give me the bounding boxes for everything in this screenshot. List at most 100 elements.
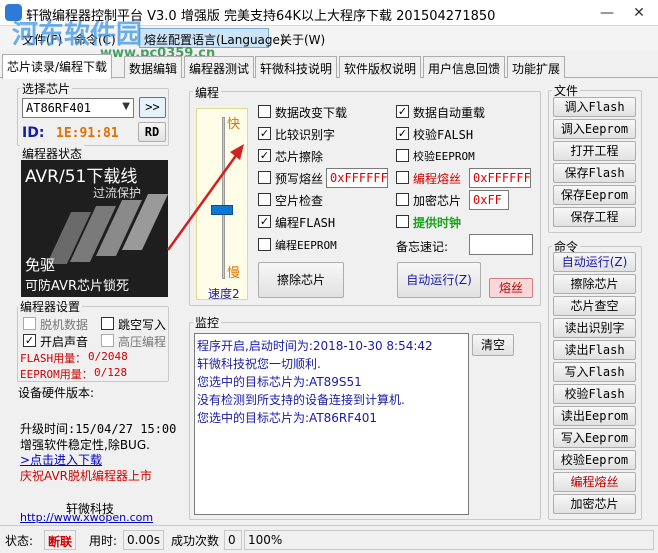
programming-label: 编程 xyxy=(193,84,222,101)
cmd-program-fuse-button[interactable]: 编程熔丝 xyxy=(553,472,636,492)
program-flash-checkbox[interactable]: ✓ xyxy=(258,215,271,228)
clear-log-button[interactable]: 清空 xyxy=(472,334,514,356)
cmd-write-flash-button[interactable]: 写入Flash xyxy=(553,362,636,382)
load-flash-button[interactable]: 调入Flash xyxy=(553,97,636,117)
save-eeprom-button[interactable]: 保存Eeprom xyxy=(553,185,636,205)
chip-id-value: 1E:91:81 xyxy=(56,126,119,141)
flash-usage-value: 0/2048 xyxy=(88,350,128,363)
sound-label: 开启声音 xyxy=(40,335,89,349)
cmd-erase-chip-button[interactable]: 擦除芯片 xyxy=(553,274,636,294)
status-label: 状态: xyxy=(2,530,37,550)
elapsed-time-value: 0.00s xyxy=(123,530,164,550)
cmd-auto-run-button[interactable]: 自动运行(Z) xyxy=(553,252,636,272)
skip-empty-label: 跳空写入 xyxy=(118,318,167,332)
program-fuse-checkbox[interactable] xyxy=(396,171,409,184)
offline-data-checkbox[interactable] xyxy=(23,317,36,330)
open-project-button[interactable]: 打开工程 xyxy=(553,141,636,161)
tab-feedback[interactable]: 用户信息回馈 xyxy=(423,56,506,78)
auto-reload-label: 数据自动重载 xyxy=(413,106,486,120)
prewrite-fuse-field[interactable]: 0xFFFFFF xyxy=(326,168,388,188)
log-line: 程序开启,启动时间为:2018-10-30 8:54:42 xyxy=(197,339,433,353)
blank-check-checkbox[interactable] xyxy=(258,193,271,206)
compare-signature-checkbox[interactable]: ✓ xyxy=(258,127,271,140)
speed-level-label: 速度2 xyxy=(208,287,240,301)
cmd-verify-flash-button[interactable]: 校验Flash xyxy=(553,384,636,404)
status-bar: 状态: 断联 用时: 0.00s 成功次数 0 100% xyxy=(0,525,658,553)
cmd-verify-eeprom-button[interactable]: 校验Eeprom xyxy=(553,450,636,470)
eeprom-usage-value: 0/128 xyxy=(94,366,128,379)
monitor-label: 监控 xyxy=(193,314,222,331)
cmd-read-flash-button[interactable]: 读出Flash xyxy=(553,340,636,360)
menu-about[interactable]: 关于(W) xyxy=(280,31,325,48)
cmd-write-eeprom-button[interactable]: 写入Eeprom xyxy=(553,428,636,448)
chip-select-label: 选择芯片 xyxy=(20,80,73,97)
speed-fast-label: 快 xyxy=(227,117,241,132)
sound-checkbox[interactable]: ✓ xyxy=(23,334,36,347)
read-id-button[interactable]: RD xyxy=(138,122,166,142)
program-fuse-label: 编程熔丝 xyxy=(413,172,462,186)
programmer-settings-label: 编程器设置 xyxy=(18,298,83,315)
chip-select-dropdown[interactable]: AT86RF401 ▼ xyxy=(22,98,134,118)
high-voltage-label: 高压编程 xyxy=(118,335,167,349)
menu-file[interactable]: 文件(F) xyxy=(22,31,62,48)
download-link[interactable]: >点击进入下载 xyxy=(20,451,102,468)
lock-chip-checkbox[interactable] xyxy=(396,193,409,206)
log-line: 您选中的目标芯片为:AT89S51 xyxy=(197,375,362,389)
verify-flash-label: 校验FALSH xyxy=(413,128,474,142)
monitor-log[interactable]: 程序开启,启动时间为:2018-10-30 8:54:42 轩微科技祝您一切顺利… xyxy=(194,333,469,515)
lock-chip-label: 加密芯片 xyxy=(413,194,462,208)
progress-percent: 100% xyxy=(244,530,654,550)
menu-command[interactable]: 命令(C) xyxy=(74,31,116,48)
tab-chip-program[interactable]: 芯片读录/编程下载 xyxy=(2,54,113,79)
window-title: 轩微编程器控制平台 V3.0 增强版 完美支持64K以上大程序下载 201504… xyxy=(26,9,496,24)
lock-field[interactable]: 0xFF xyxy=(469,190,509,210)
elapsed-time-label: 用时: xyxy=(86,530,121,550)
cmd-blank-check-button[interactable]: 芯片查空 xyxy=(553,296,636,316)
provide-clock-checkbox[interactable] xyxy=(396,215,409,228)
skip-empty-checkbox[interactable] xyxy=(101,317,114,330)
programmer-product-image: AVR/51下载线 过流保护 免驱 可防AVR芯片锁死 xyxy=(21,160,168,297)
program-eeprom-checkbox[interactable] xyxy=(258,238,271,251)
close-button[interactable]: ✕ xyxy=(624,0,654,26)
next-chip-button[interactable]: >> xyxy=(139,97,166,118)
verify-flash-checkbox[interactable]: ✓ xyxy=(396,127,409,140)
image-caption-driverless: 免驱 xyxy=(25,256,56,274)
tab-xuanwei-info[interactable]: 轩微科技说明 xyxy=(255,56,338,78)
compare-signature-label: 比较识别字 xyxy=(275,128,336,142)
data-change-download-label: 数据改变下载 xyxy=(275,106,348,120)
program-eeprom-label: 编程EEPROM xyxy=(275,239,337,252)
annotation-arrow xyxy=(166,144,244,251)
fuse-button[interactable]: 熔丝 xyxy=(489,278,533,298)
tab-data-edit[interactable]: 数据编辑 xyxy=(124,56,183,78)
company-url-link[interactable]: http://www.xwopen.com xyxy=(20,511,153,524)
fuse-field[interactable]: 0xFFFFFF xyxy=(469,168,531,188)
memo-input[interactable] xyxy=(469,234,533,255)
menu-fuse-language[interactable]: 熔丝配置语言(Language) xyxy=(144,31,285,48)
tab-copyright[interactable]: 软件版权说明 xyxy=(339,56,422,78)
prewrite-fuse-checkbox[interactable] xyxy=(258,171,271,184)
chevron-down-icon: ▼ xyxy=(122,101,130,112)
auto-reload-checkbox[interactable]: ✓ xyxy=(396,105,409,118)
cmd-read-eeprom-button[interactable]: 读出Eeprom xyxy=(553,406,636,426)
chip-erase-checkbox[interactable]: ✓ xyxy=(258,149,271,162)
erase-chip-button[interactable]: 擦除芯片 xyxy=(258,262,344,298)
load-eeprom-button[interactable]: 调入Eeprom xyxy=(553,119,636,139)
provide-clock-label: 提供时钟 xyxy=(413,216,462,230)
save-project-button[interactable]: 保存工程 xyxy=(553,207,636,227)
verify-eeprom-checkbox[interactable] xyxy=(396,149,409,162)
eeprom-usage-label: EEPROM用量： xyxy=(20,368,93,381)
log-line: 没有检测到所支持的设备连接到计算机. xyxy=(197,393,405,407)
tab-programmer-test[interactable]: 编程器测试 xyxy=(184,56,255,78)
cmd-lock-chip-button[interactable]: 加密芯片 xyxy=(553,494,636,514)
save-flash-button[interactable]: 保存Flash xyxy=(553,163,636,183)
hardware-version-label: 设备硬件版本: xyxy=(18,386,95,400)
image-caption-protect: 过流保护 xyxy=(93,186,142,200)
data-change-download-checkbox[interactable] xyxy=(258,105,271,118)
tab-strip: 芯片读录/编程下载 数据编辑 编程器测试 轩微科技说明 软件版权说明 用户信息回… xyxy=(0,54,658,79)
blank-check-label: 空片检查 xyxy=(275,194,324,208)
minimize-button[interactable]: — xyxy=(592,0,622,26)
high-voltage-checkbox[interactable] xyxy=(101,334,114,347)
tab-extensions[interactable]: 功能扩展 xyxy=(507,56,566,78)
auto-run-button[interactable]: 自动运行(Z) xyxy=(397,262,481,298)
cmd-read-signature-button[interactable]: 读出识别字 xyxy=(553,318,636,338)
